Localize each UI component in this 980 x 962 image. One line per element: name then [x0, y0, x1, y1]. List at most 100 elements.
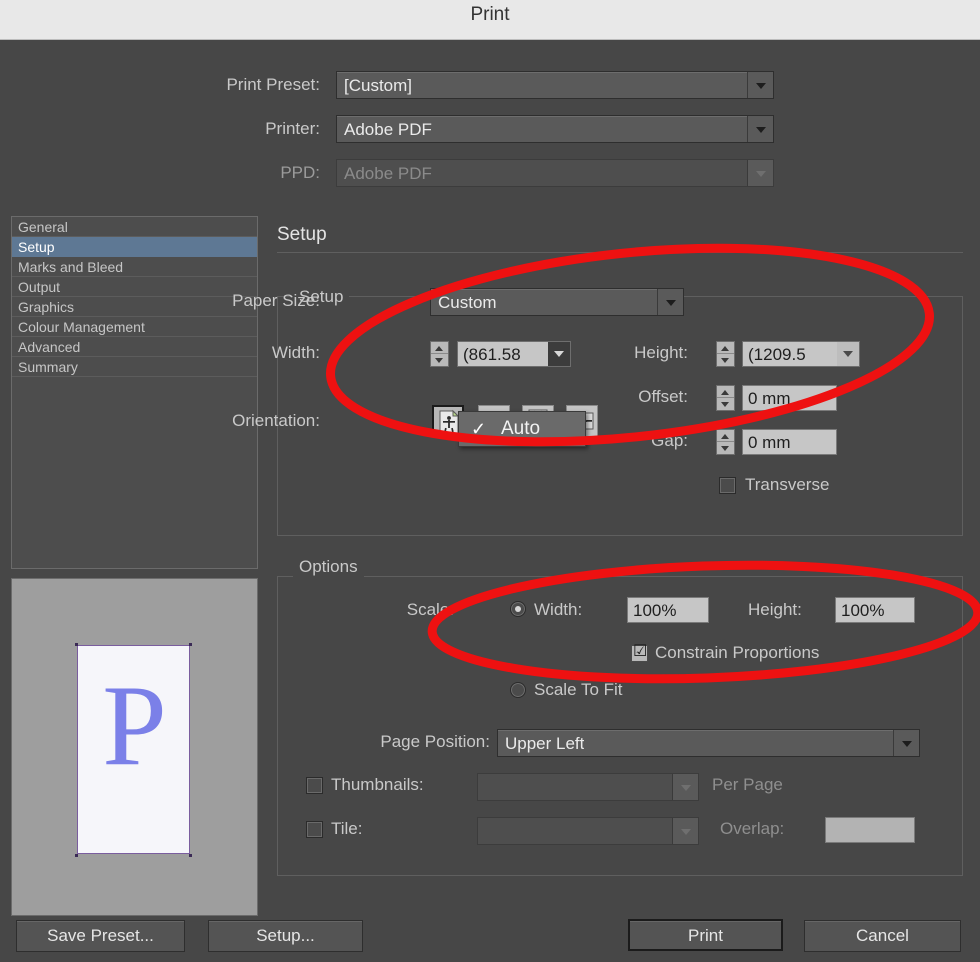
offset-input[interactable]: 0 mm — [742, 385, 837, 411]
page-position-select[interactable]: Upper Left — [497, 729, 920, 757]
checkmark-icon: ✓ — [471, 419, 487, 439]
printer-value: Adobe PDF — [344, 120, 432, 139]
chevron-down-icon — [747, 160, 773, 186]
preview-corner-handle — [189, 854, 192, 857]
print-preset-value: [Custom] — [344, 76, 413, 95]
print-preset-select[interactable]: [Custom] — [336, 71, 774, 99]
gap-label: Gap: — [651, 431, 688, 450]
per-page-label: Per Page — [712, 775, 783, 794]
constrain-proportions-label: Constrain Proportions — [655, 643, 820, 662]
radio-dot-icon — [515, 606, 521, 612]
print-dialog: Print Preset: [Custom] Printer: Adobe PD… — [0, 41, 980, 962]
stepper-up-icon[interactable] — [431, 342, 448, 354]
chevron-down-icon[interactable] — [548, 342, 570, 366]
stepper-up-icon[interactable] — [717, 386, 734, 398]
chevron-down-icon[interactable] — [837, 342, 859, 366]
scale-height-label: Height: — [748, 600, 802, 619]
preview-page: P — [77, 645, 190, 854]
printer-row: Printer: — [120, 115, 320, 143]
window-title: Print — [470, 4, 510, 25]
scale-width-input[interactable]: 100% — [627, 597, 709, 623]
thumbnails-checkbox[interactable] — [306, 777, 323, 794]
window-titlebar: Print — [0, 0, 980, 40]
paper-height-field[interactable]: (1209.5 — [742, 341, 860, 367]
settings-nav-list[interactable]: General Setup Marks and Bleed Output Gra… — [11, 216, 258, 569]
scale-label: Scale: — [406, 600, 454, 619]
save-preset-button[interactable]: Save Preset... — [16, 920, 185, 952]
transverse-label: Transverse — [745, 475, 830, 494]
chevron-down-icon[interactable] — [747, 116, 773, 142]
print-button[interactable]: Print — [628, 919, 783, 951]
overlap-label: Overlap: — [720, 819, 785, 838]
stepper-down-icon[interactable] — [431, 355, 448, 367]
preview-corner-handle — [75, 854, 78, 857]
stepper-down-icon[interactable] — [717, 355, 734, 367]
sidebar-item-summary[interactable]: Summary — [12, 357, 257, 377]
sidebar-item-marks-and-bleed[interactable]: Marks and Bleed — [12, 257, 257, 277]
stepper-up-icon[interactable] — [717, 342, 734, 354]
preview-corner-handle — [75, 643, 78, 646]
sidebar-item-general[interactable]: General — [12, 217, 257, 237]
ppd-row: PPD: — [120, 159, 320, 187]
paper-width-stepper[interactable] — [430, 341, 449, 367]
constrain-proportions-checkbox[interactable]: ☑ — [631, 643, 648, 662]
stepper-up-icon[interactable] — [717, 430, 734, 442]
tile-select — [477, 817, 699, 845]
gap-stepper[interactable] — [716, 429, 735, 455]
page-position-label: Page Position: — [380, 732, 490, 751]
gap-value: 0 mm — [748, 433, 791, 452]
print-preview-panel: P — [11, 578, 258, 916]
chevron-down-icon — [672, 774, 698, 800]
scale-height-value: 100% — [841, 601, 885, 620]
paper-width-value: (861.58 — [463, 345, 521, 364]
paper-size-select[interactable]: Custom — [430, 288, 684, 316]
cancel-button[interactable]: Cancel — [804, 920, 961, 952]
scale-to-fit-radio[interactable] — [510, 682, 526, 698]
chevron-down-icon — [672, 818, 698, 844]
ppd-value: Adobe PDF — [344, 164, 432, 183]
stepper-down-icon[interactable] — [717, 443, 734, 455]
orientation-label: Orientation: — [232, 411, 320, 430]
scale-to-fit-label: Scale To Fit — [534, 680, 623, 699]
dropdown-item-auto[interactable]: ✓ Auto — [459, 412, 585, 446]
paper-height-label: Height: — [634, 343, 688, 362]
scale-width-height-radio[interactable] — [510, 601, 526, 617]
stepper-down-icon[interactable] — [717, 399, 734, 411]
preview-page-letter: P — [102, 662, 167, 790]
paper-size-label: Paper Size: — [232, 291, 320, 310]
paper-width-label: Width: — [271, 343, 320, 362]
chevron-down-icon[interactable] — [747, 72, 773, 98]
thumbnails-per-page-select — [477, 773, 699, 801]
scale-height-input[interactable]: 100% — [835, 597, 915, 623]
paper-width-dropdown-popup[interactable]: ✓ Auto — [458, 411, 586, 447]
setup-section-heading: Setup — [277, 224, 327, 245]
section-divider — [277, 252, 963, 253]
paper-height-stepper[interactable] — [716, 341, 735, 367]
overlap-input[interactable] — [825, 817, 915, 843]
sidebar-item-setup[interactable]: Setup — [12, 237, 257, 257]
printer-label: Printer: — [265, 119, 320, 138]
thumbnails-label: Thumbnails: — [331, 775, 424, 794]
setup-button[interactable]: Setup... — [208, 920, 363, 952]
scale-width-value: 100% — [633, 601, 677, 620]
chevron-down-icon[interactable] — [893, 730, 919, 756]
ppd-label: PPD: — [280, 163, 320, 182]
print-preset-label: Print Preset: — [226, 75, 320, 94]
scale-width-label: Width: — [534, 600, 583, 619]
tile-label: Tile: — [331, 819, 363, 838]
tile-checkbox[interactable] — [306, 821, 323, 838]
transverse-checkbox[interactable] — [719, 477, 736, 494]
printer-select[interactable]: Adobe PDF — [336, 115, 774, 143]
offset-label: Offset: — [638, 387, 688, 406]
chevron-down-icon[interactable] — [657, 289, 683, 315]
setup-group-box — [277, 296, 963, 536]
page-position-value: Upper Left — [505, 734, 585, 753]
gap-input[interactable]: 0 mm — [742, 429, 837, 455]
offset-stepper[interactable] — [716, 385, 735, 411]
ppd-select: Adobe PDF — [336, 159, 774, 187]
sidebar-item-advanced[interactable]: Advanced — [12, 337, 257, 357]
options-group-label: Options — [293, 557, 364, 577]
sidebar-item-colour-management[interactable]: Colour Management — [12, 317, 257, 337]
paper-size-value: Custom — [438, 293, 497, 312]
paper-width-field[interactable]: (861.58 — [457, 341, 571, 367]
